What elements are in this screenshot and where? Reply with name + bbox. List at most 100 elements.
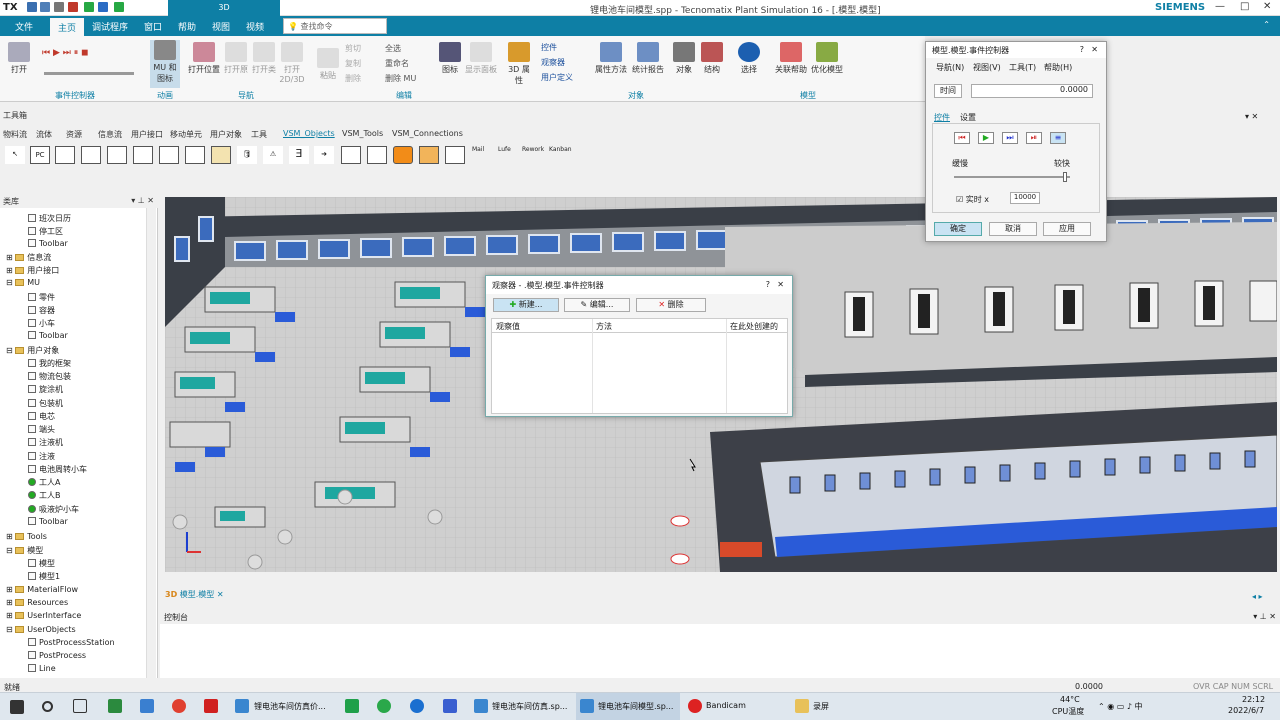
3d-properties-button[interactable]: 3D 属性	[505, 42, 533, 86]
supplier-icon[interactable]	[81, 146, 101, 164]
toolbox-pin-icon[interactable]: ▾ ✕	[1245, 112, 1258, 121]
reset-icon[interactable]: ⏮	[954, 132, 970, 144]
tree-node[interactable]: 物流包装	[28, 371, 71, 382]
tree-node[interactable]: 停工区	[28, 226, 63, 237]
plant-sim-icon[interactable]	[474, 699, 488, 713]
tab-view[interactable]: 视图	[204, 19, 238, 34]
speed-slider[interactable]	[44, 72, 134, 75]
tree-folder[interactable]: ⊞ 信息流	[6, 252, 51, 263]
optimize-model-button[interactable]: 关联帮助	[773, 42, 809, 75]
minimize-icon[interactable]: —	[1215, 1, 1225, 12]
production-control-icon[interactable]	[445, 146, 465, 164]
realtime-factor-input[interactable]: 10000	[1010, 192, 1040, 204]
tree-folder[interactable]: ⊟ 模型	[6, 545, 43, 556]
tab-debugger[interactable]: 调试程序	[84, 19, 136, 34]
bandicam-icon[interactable]	[688, 699, 702, 713]
tab-file[interactable]: 文件	[7, 19, 41, 34]
save-icon[interactable]	[40, 2, 50, 12]
apply-button[interactable]: 应用	[1043, 222, 1091, 236]
speed-slider[interactable]	[954, 176, 1070, 178]
start-icon[interactable]	[10, 700, 24, 714]
observer-button[interactable]: 观察器	[541, 57, 565, 68]
tab-resources[interactable]: 资源	[66, 129, 82, 140]
open-2d3d-button[interactable]: 打开 2D/3D	[278, 42, 306, 84]
taskbar-item-1[interactable]: 锂电池车间仿真价...	[254, 701, 326, 712]
start-icon[interactable]: ▶	[978, 132, 994, 144]
fast-forward-icon[interactable]	[98, 2, 108, 12]
tray-icons[interactable]: ⌃ ◉ ▭ ♪ 中	[1098, 701, 1143, 712]
tree-node[interactable]: 吸液炉小车	[28, 504, 79, 515]
workcell-icon[interactable]	[159, 146, 179, 164]
search-icon[interactable]	[42, 701, 53, 712]
tree-node[interactable]: 注液	[28, 451, 55, 462]
tree-node[interactable]: 注液机	[28, 437, 63, 448]
copy-button[interactable]: 复制	[345, 58, 361, 69]
tab-home[interactable]: 主页	[50, 18, 85, 36]
zhihu-icon[interactable]	[204, 699, 218, 713]
select-button[interactable]: 结构	[700, 42, 724, 75]
tree-node[interactable]: 端头	[28, 424, 55, 435]
observer-delete-button[interactable]: ✕ 删除	[636, 298, 706, 312]
go-see-icon[interactable]	[419, 146, 439, 164]
kanban-post-icon[interactable]: Ǝ	[289, 146, 309, 164]
command-search-input[interactable]: 💡 查找命令	[283, 18, 387, 34]
evc-close-icon[interactable]: ✕	[1091, 45, 1098, 54]
menu-help[interactable]: 帮助(H)	[1044, 62, 1072, 73]
process-icon[interactable]	[107, 146, 127, 164]
fifo-icon[interactable]	[341, 146, 361, 164]
controls-button[interactable]: 控件	[541, 42, 557, 53]
supermarket-icon[interactable]	[367, 146, 387, 164]
stop-icon[interactable]: ⏯	[1026, 132, 1042, 144]
tree-node[interactable]: 模型	[28, 558, 55, 569]
pointer-icon[interactable]: ↖	[5, 146, 25, 164]
app-icon[interactable]	[108, 699, 122, 713]
tab-help[interactable]: 帮助	[170, 19, 204, 34]
taskbar-item-4[interactable]: Bandicam	[706, 701, 746, 710]
shared-process-icon[interactable]	[133, 146, 153, 164]
tab-fluids[interactable]: 流体	[36, 129, 52, 140]
tree-node[interactable]: 模型1	[28, 571, 60, 582]
view-tab[interactable]: 3D 模型.模型 ✕	[165, 589, 235, 603]
step-icon[interactable]: ⏭	[1002, 132, 1018, 144]
tree-node[interactable]: 班次日历	[28, 213, 71, 224]
show-panel-button[interactable]: 显示面板	[463, 42, 499, 75]
observer-new-button[interactable]: ✚ 新建...	[493, 298, 559, 312]
select-all-button[interactable]: 全选	[385, 43, 401, 54]
time-field[interactable]: 0.0000	[971, 84, 1093, 98]
chrome-icon[interactable]	[172, 699, 186, 713]
speed-slider-thumb[interactable]	[1063, 172, 1067, 182]
data-box-icon[interactable]	[185, 146, 205, 164]
user-defined-button[interactable]: 用户定义	[541, 72, 573, 83]
plant-sim-icon[interactable]	[580, 699, 594, 713]
tab-material-flow[interactable]: 物料流	[3, 129, 27, 140]
mu-and-icons-button[interactable]: MU 和图标	[150, 40, 180, 88]
tree-node[interactable]: Toolbar	[28, 517, 68, 526]
observer-table[interactable]: 观察值 方法 在此处创建的	[491, 318, 788, 414]
tree-folder[interactable]: ⊞ Tools	[6, 532, 47, 541]
contextual-tab-3d[interactable]: 3D	[168, 0, 280, 16]
video-icon[interactable]	[345, 699, 359, 713]
ok-button[interactable]: 确定	[934, 222, 982, 236]
tab-vsm-objects[interactable]: VSM_Objects	[283, 129, 335, 138]
tree-folder[interactable]: ⊞ Resources	[6, 598, 68, 607]
truck-icon[interactable]	[211, 146, 231, 164]
menu-view[interactable]: 视图(V)	[973, 62, 1001, 73]
play-icon[interactable]	[84, 2, 94, 12]
tree-node[interactable]: 旋涂机	[28, 384, 63, 395]
observer-edit-button[interactable]: ✎ 编辑...	[564, 298, 630, 312]
tree-node[interactable]: 电池周转小车	[28, 464, 87, 475]
tab-vsm-tools[interactable]: VSM_Tools	[342, 129, 383, 138]
task-view-icon[interactable]	[73, 699, 87, 713]
tree-node[interactable]: PostProcess	[28, 651, 86, 660]
mail-icon[interactable]: Mail	[472, 146, 484, 153]
tree-node[interactable]: Line	[28, 664, 56, 673]
tree-node[interactable]: Toolbar	[28, 239, 68, 248]
taskbar-item-2[interactable]: 锂电池车间仿真.sp...	[492, 701, 567, 712]
event-controller-buttons[interactable]: ⏮ ▶ ⏭ ⏸ ◼	[42, 48, 152, 58]
tree-node[interactable]: 我的框架	[28, 358, 71, 369]
tree-node[interactable]: 容器	[28, 305, 55, 316]
close-icon[interactable]: ✕	[1263, 1, 1271, 12]
reset-icon[interactable]	[68, 2, 78, 12]
tree-node[interactable]: Toolbar	[28, 331, 68, 340]
statistics-report-button[interactable]: 统计报告	[630, 42, 666, 75]
